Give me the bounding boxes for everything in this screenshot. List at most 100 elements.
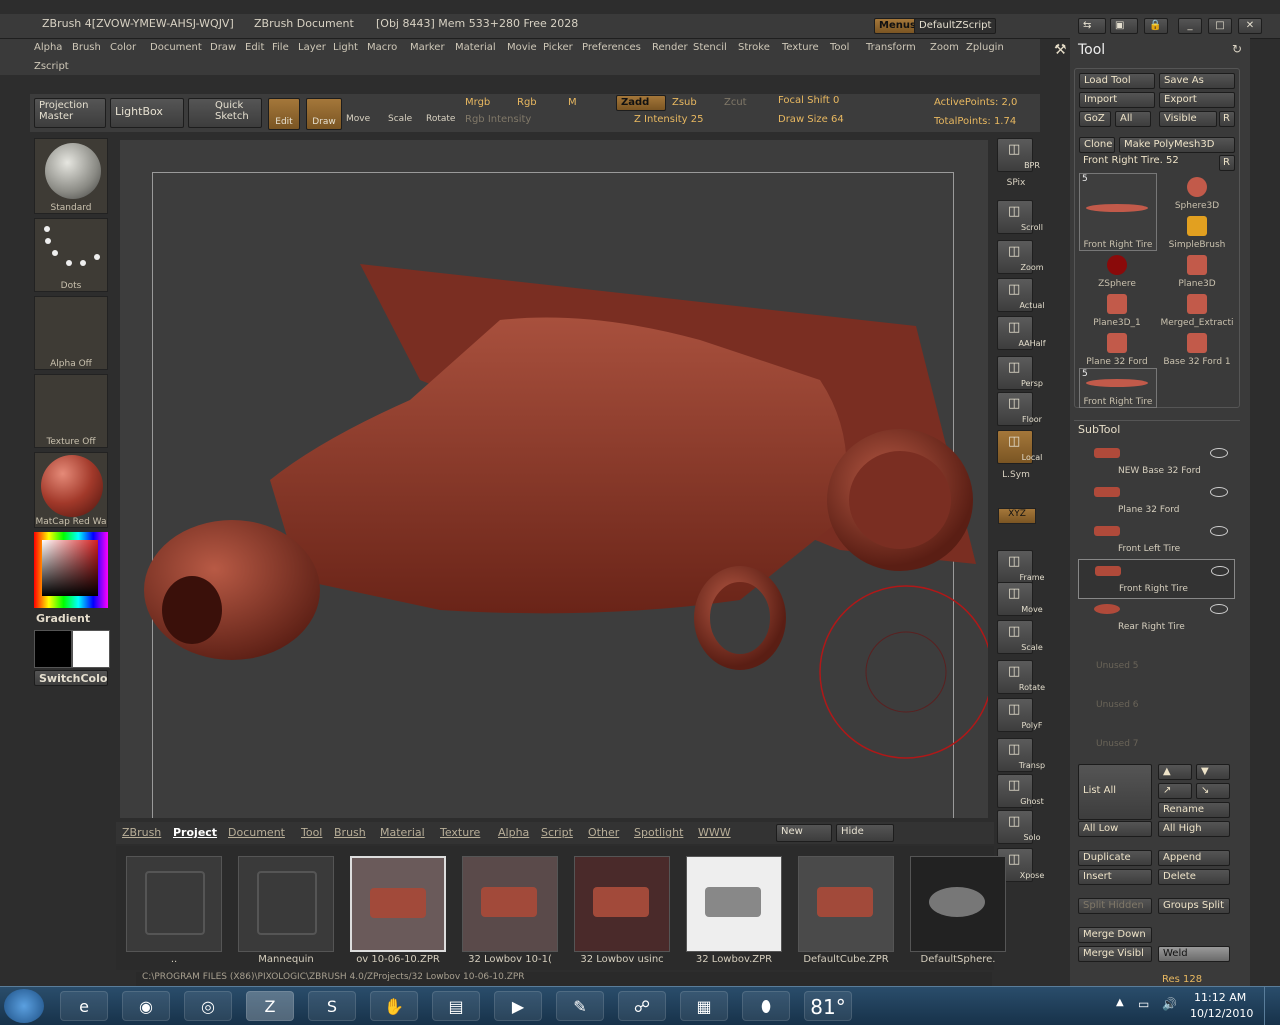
material-slot[interactable]: MatCap Red Wa xyxy=(34,452,108,528)
mrgb-toggle[interactable]: Mrgb xyxy=(465,97,490,108)
default-zscript-button[interactable]: DefaultZScript xyxy=(914,18,997,34)
weather-gadget[interactable]: 81° xyxy=(804,991,852,1021)
actual-button[interactable]: ◫ Actual xyxy=(997,278,1045,312)
make-polymesh-button[interactable]: Make PolyMesh3D xyxy=(1119,137,1235,153)
arrow-up-right-icon[interactable]: ↗ xyxy=(1158,783,1192,799)
tool-r-button[interactable]: R xyxy=(1219,155,1235,171)
primary-color-swatch[interactable] xyxy=(34,630,72,668)
menu-layer[interactable]: Layer xyxy=(298,42,326,53)
goz-visible-button[interactable]: Visible xyxy=(1159,111,1217,127)
secondary-color-swatch[interactable] xyxy=(72,630,110,668)
lightbox-tab-alpha[interactable]: Alpha xyxy=(498,826,529,839)
tool-thumb[interactable]: Merged_Extracti xyxy=(1159,290,1235,328)
network-tray-icon[interactable]: ▭ xyxy=(1138,997,1149,1011)
export-button[interactable]: Export xyxy=(1159,92,1235,108)
paint-icon[interactable]: ✎ xyxy=(556,991,604,1021)
subtool-row[interactable]: NEW Base 32 Ford xyxy=(1078,442,1233,480)
brush-slot[interactable]: Standard xyxy=(34,138,108,214)
floor-button[interactable]: ◫ Floor xyxy=(997,392,1042,426)
weld-toggle[interactable]: Weld xyxy=(1158,946,1230,962)
zbrush-taskbar-icon[interactable]: Z xyxy=(246,991,294,1021)
groups-split-button[interactable]: Groups Split xyxy=(1158,898,1230,914)
aahalf-button[interactable]: ◫ AAHalf xyxy=(997,316,1046,350)
lightbox-new-button[interactable]: New xyxy=(776,824,832,842)
menu-color[interactable]: Color xyxy=(110,42,136,53)
lightbox-tab-spotlight[interactable]: Spotlight xyxy=(634,826,683,839)
onion-icon[interactable]: ⬮ xyxy=(742,991,790,1021)
minimize-icon[interactable]: _ xyxy=(1178,18,1202,34)
polyf-button[interactable]: ◫ PolyF xyxy=(997,698,1043,732)
lightbox-tab-document[interactable]: Document xyxy=(228,826,285,839)
rotate-button[interactable]: ◫ Rotate xyxy=(997,660,1045,694)
lightbox-item[interactable] xyxy=(686,856,782,952)
bpr-button[interactable]: ◫ BPR xyxy=(997,138,1040,172)
current-tool-slider[interactable]: Front Right Tire. 52 xyxy=(1083,155,1179,166)
menu-picker[interactable]: Picker xyxy=(543,42,573,53)
dock-icon[interactable]: ⇆ xyxy=(1078,18,1106,34)
show-hidden-icons[interactable]: ▲ xyxy=(1116,997,1124,1008)
xyz-button[interactable]: XYZ xyxy=(998,508,1036,524)
goz-button[interactable]: GoZ xyxy=(1079,111,1111,127)
scroll-button[interactable]: ◫ Scroll xyxy=(997,200,1043,234)
menu-stroke[interactable]: Stroke xyxy=(738,42,770,53)
firefox-icon[interactable]: ◉ xyxy=(122,991,170,1021)
quick-sketch-button[interactable]: Quick Sketch xyxy=(188,98,262,128)
arrow-down-right-icon[interactable]: ↘ xyxy=(1196,783,1230,799)
split-hidden-button[interactable]: Split Hidden xyxy=(1078,898,1152,914)
clock-date[interactable]: 10/12/2010 xyxy=(1190,1007,1253,1020)
maximize-icon[interactable]: □ xyxy=(1208,18,1232,34)
layout-icon[interactable]: ▣ xyxy=(1110,18,1138,34)
lightbox-tab-other[interactable]: Other xyxy=(588,826,619,839)
subtool-row[interactable]: Unused 5 xyxy=(1078,637,1233,675)
gradient-label[interactable]: Gradient xyxy=(36,612,90,625)
menu-render[interactable]: Render xyxy=(652,42,688,53)
scale-label[interactable]: Scale xyxy=(388,114,412,124)
z-intensity-slider[interactable]: Z Intensity 25 xyxy=(634,114,703,125)
subtool-row[interactable]: Unused 7 xyxy=(1078,715,1233,753)
load-tool-button[interactable]: Load Tool xyxy=(1079,73,1155,89)
menu-zscript[interactable]: Zscript xyxy=(34,61,69,72)
lightbox-hide-button[interactable]: Hide xyxy=(836,824,894,842)
eye-icon[interactable] xyxy=(1210,448,1228,458)
switch-color-button[interactable]: SwitchColor xyxy=(34,670,108,686)
subtool-row[interactable]: Rear Right Tire xyxy=(1078,598,1233,636)
draw-size-slider[interactable]: Draw Size 64 xyxy=(778,114,844,125)
move-button[interactable]: ◫ Move xyxy=(997,582,1043,616)
tool-thumb[interactable]: Base 32 Ford 1 xyxy=(1159,329,1235,367)
zadd-toggle[interactable]: Zadd xyxy=(616,95,666,111)
menu-edit[interactable]: Edit xyxy=(245,42,264,53)
eye-icon[interactable] xyxy=(1210,526,1228,536)
delete-button[interactable]: Delete xyxy=(1158,869,1230,885)
start-button-icon[interactable] xyxy=(4,989,44,1023)
tool-thumb[interactable]: Plane3D_1 xyxy=(1079,290,1155,328)
rename-button[interactable]: Rename xyxy=(1158,802,1230,818)
window-icon[interactable]: ▦ xyxy=(680,991,728,1021)
subtool-row[interactable]: Front Right Tire xyxy=(1078,559,1235,599)
menu-brush[interactable]: Brush xyxy=(72,42,101,53)
show-desktop-button[interactable] xyxy=(1264,987,1280,1025)
ie-icon[interactable]: e xyxy=(60,991,108,1021)
solo-button[interactable]: ◫ Solo xyxy=(997,810,1041,844)
menu-macro[interactable]: Macro xyxy=(367,42,397,53)
all-low-button[interactable]: All Low xyxy=(1078,821,1152,837)
tool-thumb[interactable]: Plane 32 Ford xyxy=(1079,329,1155,367)
lightbox-item[interactable] xyxy=(910,856,1006,952)
menu-material[interactable]: Material xyxy=(455,42,496,53)
color-picker[interactable] xyxy=(34,532,108,608)
lsym-button[interactable]: L.Sym xyxy=(998,470,1034,480)
lightbox-tab-www[interactable]: WWW xyxy=(698,826,731,839)
subtool-row[interactable]: Front Left Tire xyxy=(1078,520,1233,558)
lightbox-item[interactable] xyxy=(238,856,334,952)
move-label[interactable]: Move xyxy=(346,114,370,124)
lightbox-tab-zbrush[interactable]: ZBrush xyxy=(122,826,161,839)
zcut-toggle[interactable]: Zcut xyxy=(724,97,747,108)
menu-marker[interactable]: Marker xyxy=(410,42,445,53)
insert-button[interactable]: Insert xyxy=(1078,869,1152,885)
lock-icon[interactable]: 🔒 xyxy=(1144,18,1168,34)
eye-icon[interactable] xyxy=(1211,566,1229,576)
tool-thumb[interactable]: Sphere3D xyxy=(1159,173,1235,211)
tool-thumb[interactable]: ZSphere xyxy=(1079,251,1155,289)
m-toggle[interactable]: M xyxy=(568,97,577,108)
menu-file[interactable]: File xyxy=(272,42,289,53)
res-slider[interactable]: Res 128 xyxy=(1162,974,1202,985)
